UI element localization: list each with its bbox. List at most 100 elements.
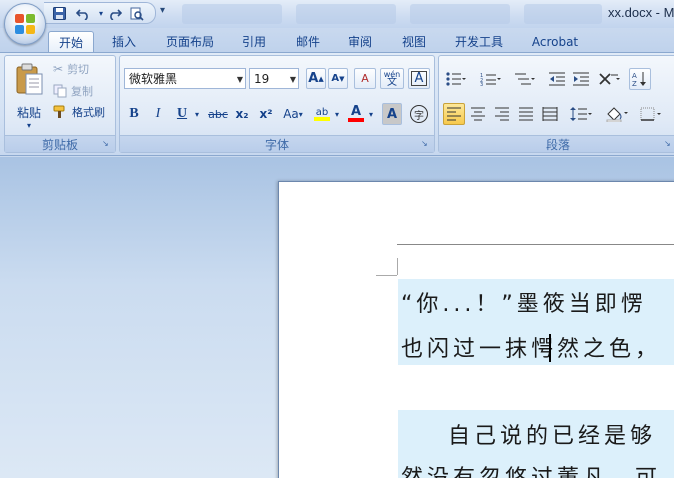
cut-button[interactable]: ✂ 剪切 [53, 60, 89, 78]
font-group-label: 字体 [120, 135, 434, 152]
tab-insert[interactable]: 插入 [104, 31, 144, 52]
font-launcher-icon[interactable]: ↘ [421, 139, 431, 149]
title-blur-2 [296, 4, 396, 24]
clipboard-group: 粘贴 ▾ ✂ 剪切 复制 格式刷 剪贴板 ↘ [4, 55, 116, 153]
tab-references[interactable]: 引用 [234, 31, 274, 52]
align-right-button[interactable] [491, 103, 513, 125]
shrink-font-button[interactable]: A ▼ [328, 68, 348, 89]
chevron-down-icon: ▼ [236, 75, 243, 84]
sort-icon: AZ [632, 72, 646, 87]
subscript-button[interactable]: x₂ [232, 103, 252, 125]
margin-corner-mark [397, 258, 398, 275]
font-color-dropdown-icon[interactable]: ▾ [366, 108, 376, 120]
justify-button[interactable] [515, 103, 537, 125]
customize-toolbar-icon[interactable]: ▾ [160, 5, 165, 16]
font-color-button[interactable]: A [346, 103, 366, 125]
document-text-line[interactable]: “你...！”墨筱当即愣 [401, 286, 647, 318]
numbering-icon: 123 [480, 73, 501, 86]
undo-icon[interactable] [74, 5, 92, 22]
chinese-layout-button[interactable] [595, 68, 625, 90]
tab-page-layout[interactable]: 页面布局 [156, 31, 224, 52]
window-title: xx.docx - M [608, 5, 674, 20]
cut-label: 剪切 [67, 63, 90, 76]
paragraph-group: 123 AZ 段落 ↘ [438, 55, 674, 153]
save-icon[interactable] [50, 5, 68, 22]
italic-button[interactable]: I [148, 103, 168, 125]
highlight-color-swatch [314, 116, 330, 121]
paste-button[interactable]: 粘贴 ▾ [9, 58, 49, 134]
format-painter-button[interactable]: 格式刷 [53, 103, 105, 121]
bold-button[interactable]: B [124, 103, 144, 125]
borders-button[interactable] [637, 103, 667, 125]
text-cursor [549, 334, 551, 362]
change-case-icon: Aa [283, 107, 299, 121]
clipboard-group-label: 剪贴板 [5, 135, 115, 152]
decrease-indent-button[interactable] [547, 68, 567, 90]
multilevel-list-icon [515, 73, 535, 85]
tab-developer[interactable]: 开发工具 [446, 31, 512, 52]
multilevel-list-button[interactable] [511, 68, 539, 90]
tab-mailings[interactable]: 邮件 [288, 31, 328, 52]
increase-indent-icon [573, 72, 589, 86]
title-bar: ▾ ▾ xx.docx - M [0, 0, 674, 28]
character-border-button[interactable]: A [408, 68, 430, 89]
paragraph-launcher-icon[interactable]: ↘ [664, 139, 674, 149]
enclose-characters-icon: 字 [410, 105, 428, 123]
strikethrough-button[interactable]: abc [206, 103, 230, 125]
clipboard-launcher-icon[interactable]: ↘ [102, 139, 112, 149]
font-color-swatch [348, 118, 364, 122]
bullets-button[interactable] [443, 68, 469, 90]
align-right-icon [495, 107, 509, 121]
decrease-indent-icon [549, 72, 565, 86]
change-case-button[interactable]: Aa ▾ [280, 103, 306, 125]
underline-dropdown-icon[interactable]: ▾ [192, 108, 202, 120]
quick-access-toolbar: ▾ [44, 2, 156, 24]
format-painter-label: 格式刷 [72, 106, 105, 119]
character-shading-button[interactable]: A [382, 103, 402, 125]
shrink-font-icon: A [331, 73, 340, 84]
numbering-button[interactable]: 123 [477, 68, 505, 90]
align-center-button[interactable] [467, 103, 489, 125]
document-text-line[interactable]: 也闪过一抹愕然之色， [401, 331, 661, 363]
line-spacing-button[interactable] [567, 103, 597, 125]
enclose-characters-button[interactable]: 字 [408, 103, 430, 125]
underline-button[interactable]: U [172, 103, 192, 125]
document-text-line[interactable]: 自己说的已经是够 [448, 418, 656, 450]
paste-dropdown-icon: ▾ [26, 121, 31, 130]
print-preview-icon[interactable] [128, 5, 146, 22]
clear-format-icon: A [361, 72, 369, 85]
distributed-icon [542, 107, 558, 121]
chinese-layout-icon [599, 73, 620, 85]
paint-bucket-icon [606, 107, 628, 122]
copy-label: 复制 [71, 85, 93, 98]
underline-icon: U [176, 106, 188, 121]
tab-view[interactable]: 视图 [392, 31, 436, 52]
redo-icon[interactable] [106, 5, 124, 22]
copy-icon [53, 84, 67, 98]
superscript-button[interactable]: x² [256, 103, 276, 125]
shading-button[interactable] [603, 103, 633, 125]
font-size-combo[interactable]: 19 ▼ [249, 68, 299, 89]
sort-button[interactable]: AZ [629, 68, 651, 90]
clear-format-button[interactable]: A [354, 68, 376, 89]
distributed-button[interactable] [539, 103, 561, 125]
grow-font-button[interactable]: A ▲ [306, 68, 326, 89]
align-left-button[interactable] [443, 103, 465, 125]
strikethrough-icon: abc [208, 107, 228, 121]
tab-review[interactable]: 审阅 [340, 31, 380, 52]
increase-indent-button[interactable] [571, 68, 591, 90]
tab-acrobat[interactable]: Acrobat [524, 31, 586, 52]
copy-button[interactable]: 复制 [53, 82, 93, 100]
highlight-button[interactable]: ab [312, 103, 332, 125]
line-spacing-icon [570, 107, 592, 121]
title-blur-4 [524, 4, 602, 24]
font-color-icon: A [350, 104, 362, 119]
svg-text:3: 3 [480, 82, 483, 86]
tab-home[interactable]: 开始 [48, 31, 94, 52]
font-name-combo[interactable]: 微软雅黑 ▼ [124, 68, 246, 89]
phonetic-guide-button[interactable]: wén 文 [380, 68, 404, 89]
paste-icon [16, 63, 43, 95]
office-button[interactable] [4, 3, 46, 45]
highlight-dropdown-icon[interactable]: ▾ [332, 108, 342, 120]
document-text-line[interactable]: 然没有忽悠过董凡，可 [401, 460, 661, 478]
